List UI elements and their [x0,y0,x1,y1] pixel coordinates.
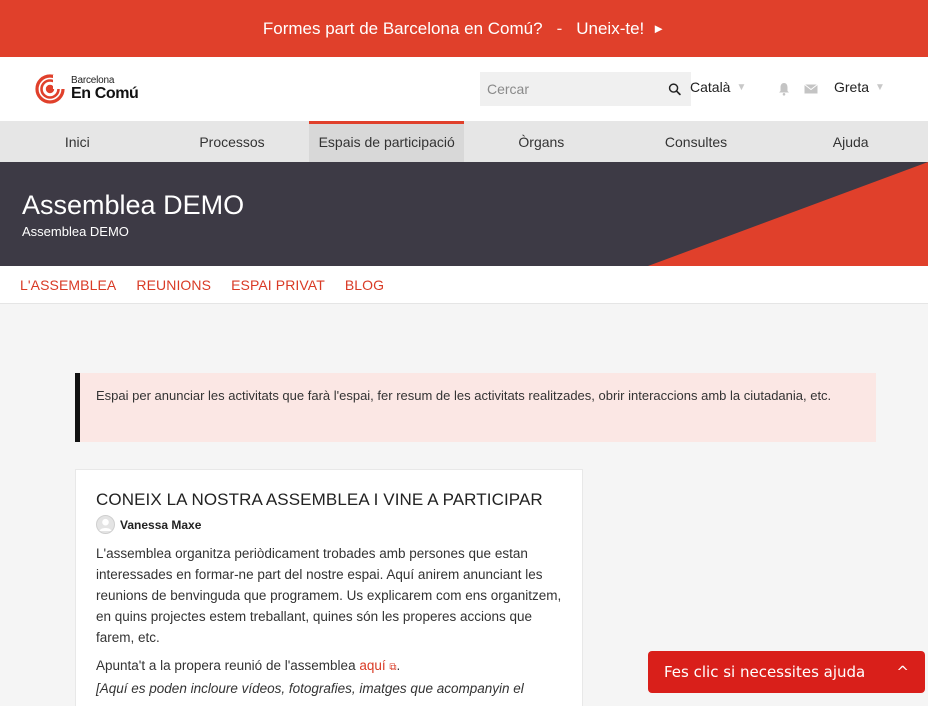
join-label[interactable]: Uneix-te! [576,19,644,39]
post-title[interactable]: CONEIX LA NOSTRA ASSEMBLEA I VINE A PART… [96,490,562,510]
chevron-down-icon: ▼ [875,81,885,93]
main-nav: Inici Processos Espais de participació Ò… [0,121,928,162]
banner-separator: - [556,18,563,38]
hero-red-diagonal [648,162,928,266]
nav-item-ajuda[interactable]: Ajuda [773,121,928,162]
logo[interactable]: Barcelona En Comú [33,74,139,104]
cta-link-label[interactable]: aquí [359,658,385,673]
user-menu[interactable]: Greta ▼ [834,79,885,95]
space-subtitle: Assemblea DEMO [22,224,129,239]
author-name[interactable]: Vanessa Maxe [120,518,201,532]
subnav-item-assemblea[interactable]: L'ASSEMBLEA [20,277,116,293]
help-label[interactable]: Fes clic si necessites ajuda [664,663,865,681]
join-link[interactable]: Uneix-te! ► [576,19,665,39]
external-link-icon: ⧉ [389,662,397,673]
callout-text: Espai per anunciar les activitats que fa… [96,388,832,403]
chevron-down-icon: ▼ [736,81,747,93]
nav-item-processos[interactable]: Processos [155,121,310,162]
mail-icon[interactable] [804,84,818,94]
cta-link[interactable]: aquí ⧉ [359,658,396,673]
search-input[interactable] [487,81,668,97]
post-cta: Apunta't a la propera reunió de l'assemb… [96,658,562,673]
post-body: L'assemblea organitza periòdicament trob… [96,546,562,645]
subnav-item-espai-privat[interactable]: ESPAI PRIVAT [231,277,325,293]
subnav-item-blog[interactable]: BLOG [345,277,384,293]
info-callout: Espai per anunciar les activitats que fa… [75,373,876,442]
cta-suffix: . [396,658,401,673]
top-banner: Formes part de Barcelona en Comú? - Unei… [0,0,928,57]
subnav-item-reunions[interactable]: REUNIONS [136,277,211,293]
nav-item-consultes[interactable]: Consultes [619,121,774,162]
search-box [480,72,691,106]
language-label[interactable]: Català [690,79,730,95]
play-arrow-icon: ► [652,21,666,36]
cta-prefix: Apunta't a la propera reunió de l'assemb… [96,658,356,673]
chevron-up-icon: ^ [896,663,909,681]
post-card: CONEIX LA NOSTRA ASSEMBLEA I VINE A PART… [75,469,583,706]
post-author[interactable]: Vanessa Maxe [96,515,562,534]
nav-item-inici[interactable]: Inici [0,121,155,162]
post-italic-note: [Aquí es poden incloure vídeos, fotograf… [96,681,524,696]
language-selector[interactable]: Català ▼ [690,79,746,95]
bell-icon[interactable] [778,82,790,96]
space-title: Assemblea DEMO [22,190,245,220]
user-name[interactable]: Greta [834,79,869,95]
nav-item-espais-de-participacio[interactable]: Espais de participació [309,121,465,162]
site-header: Barcelona En Comú Català ▼ Greta ▼ [0,57,928,121]
help-button[interactable]: Fes clic si necessites ajuda ^ [648,651,925,693]
logo-line2: En Comú [71,85,139,102]
search-icon[interactable] [668,82,681,96]
banner-question: Formes part de Barcelona en Comú? [262,18,543,38]
logo-swirl-icon [35,74,67,104]
nav-item-organs[interactable]: Òrgans [464,121,619,162]
avatar [96,515,115,534]
space-hero: Assemblea DEMO Assemblea DEMO [0,162,928,266]
space-subnav: L'ASSEMBLEA REUNIONS ESPAI PRIVAT BLOG [0,266,928,304]
